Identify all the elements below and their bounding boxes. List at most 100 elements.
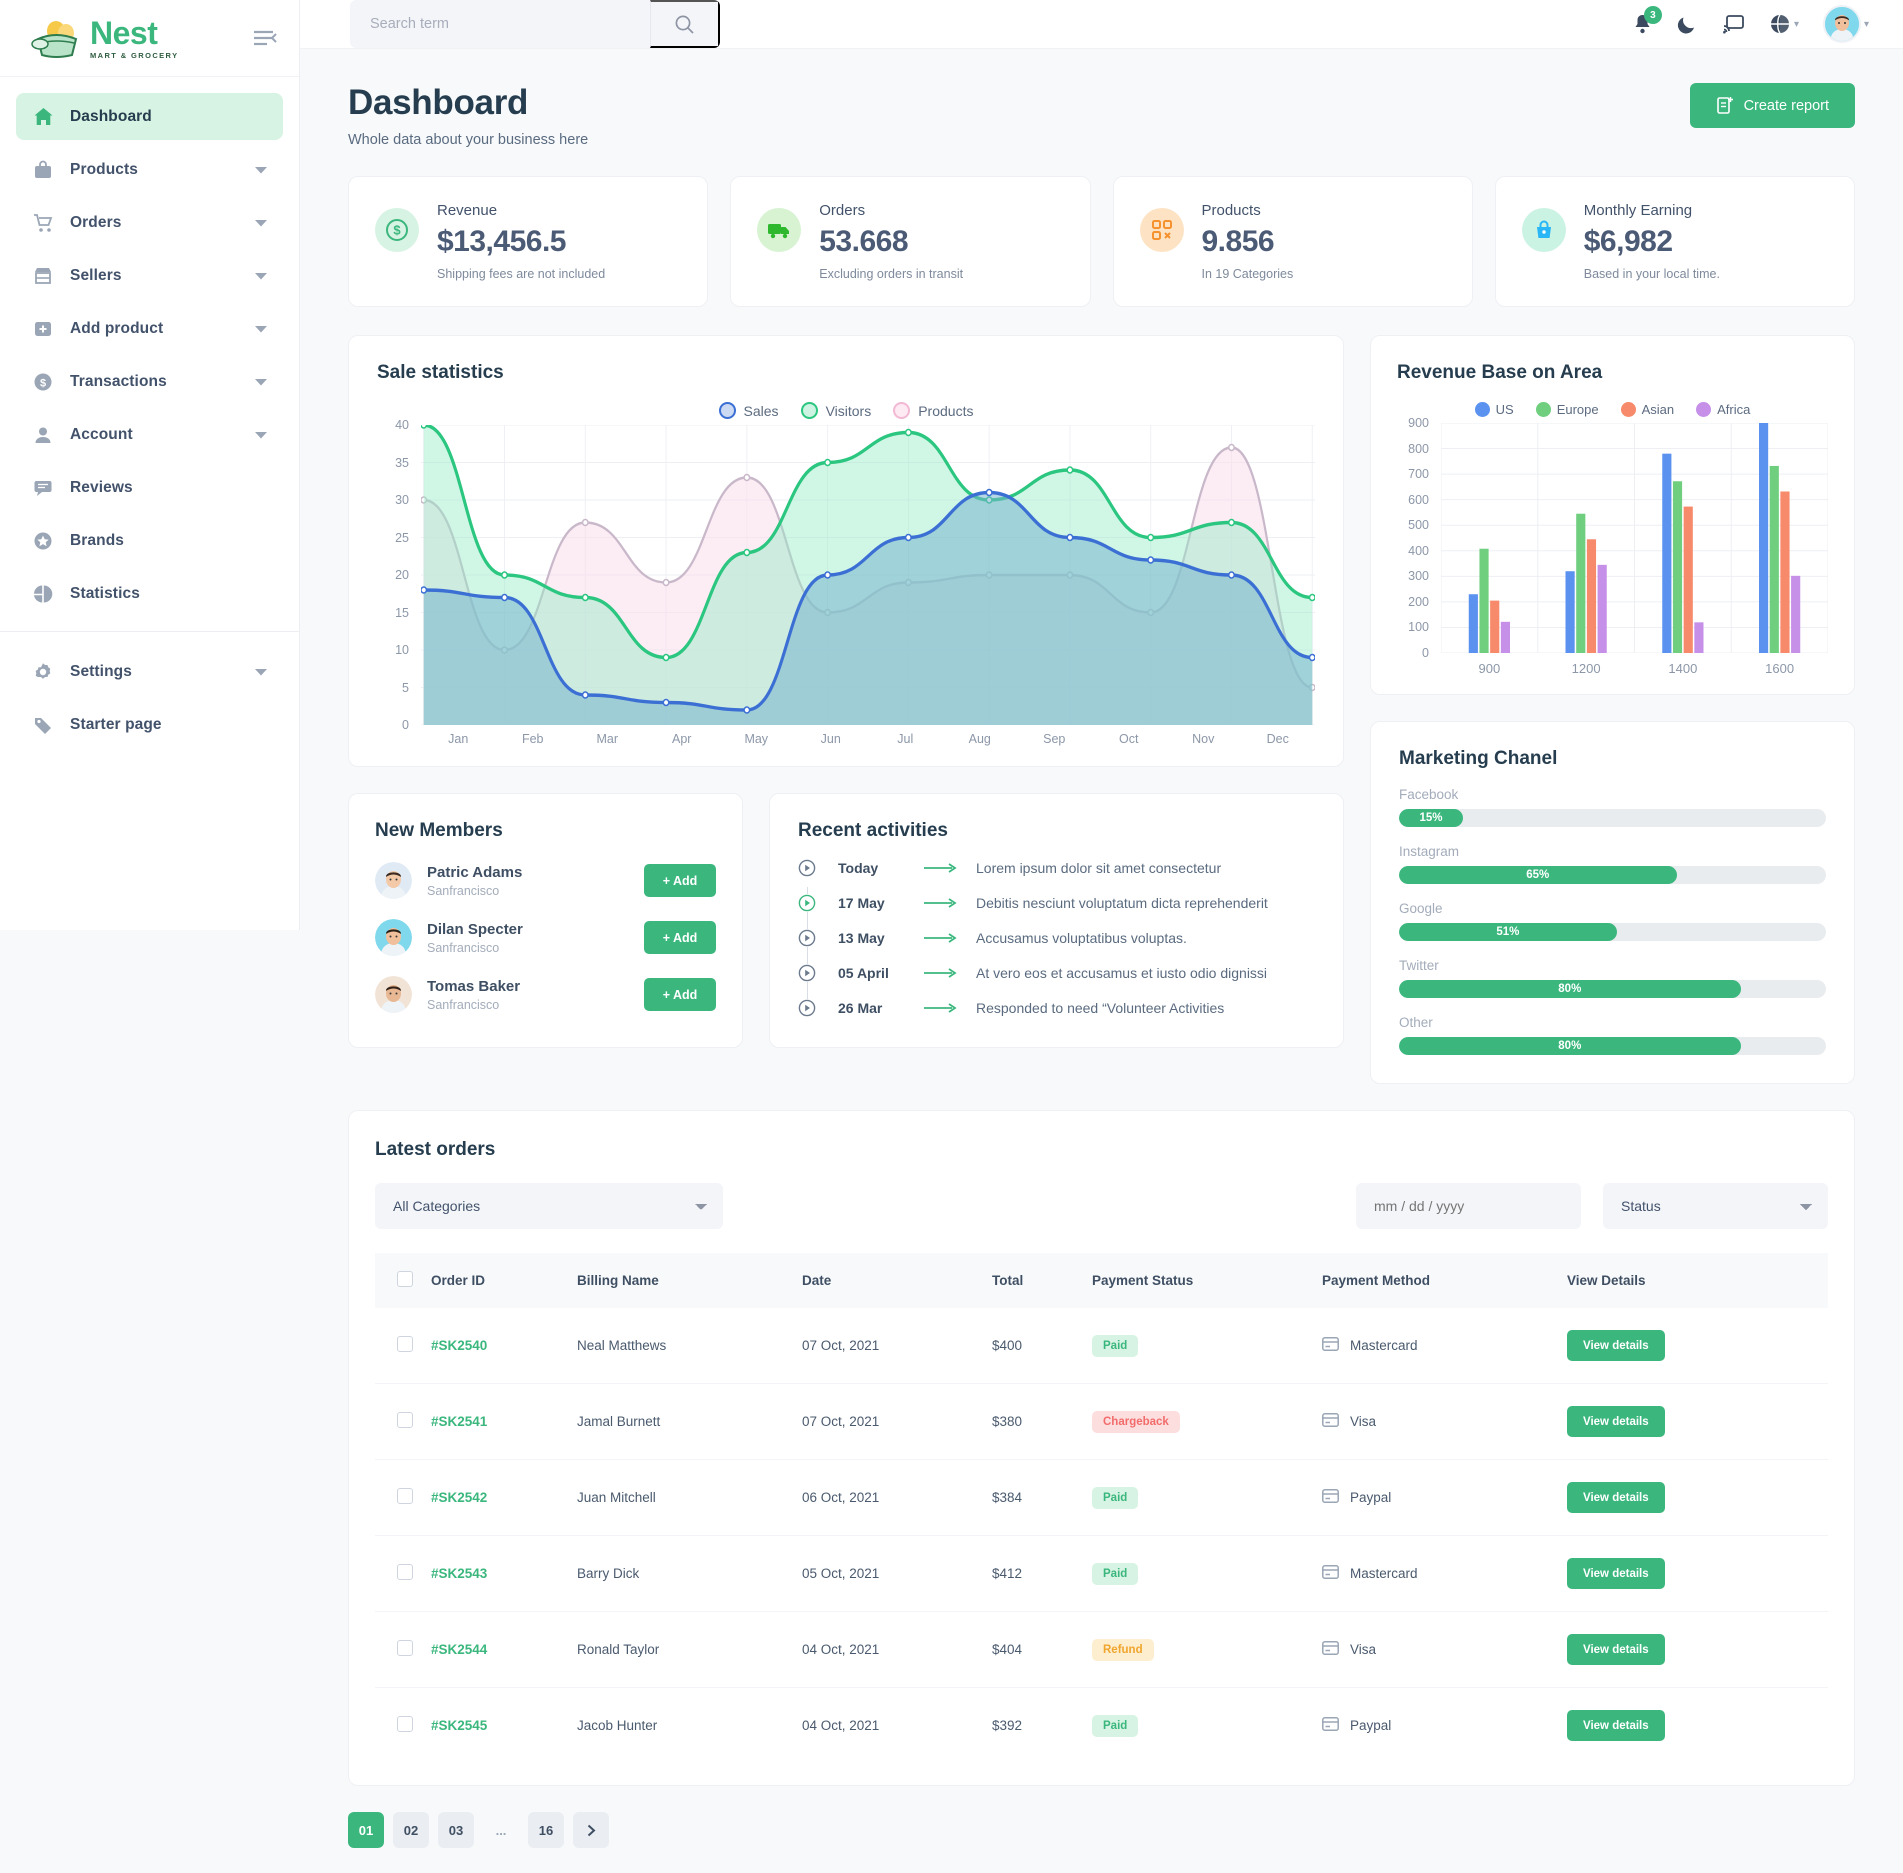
- chevron-down-icon[interactable]: [255, 663, 267, 681]
- sidebar-item-products[interactable]: Products: [16, 146, 283, 193]
- dashboard-app: Nest MART & GROCERY Dashboard Products: [0, 0, 1903, 1873]
- order-id-cell[interactable]: #SK2544: [431, 1612, 577, 1688]
- legend-item[interactable]: Africa: [1696, 402, 1750, 417]
- legend-item[interactable]: Europe: [1536, 402, 1599, 417]
- order-id-cell[interactable]: #SK2541: [431, 1384, 577, 1460]
- sidebar-item-statistics[interactable]: Statistics: [16, 570, 283, 617]
- activity-date: 17 May: [838, 895, 924, 911]
- add-member-button[interactable]: + Add: [644, 864, 716, 897]
- legend-item[interactable]: Sales: [719, 402, 779, 419]
- chevron-down-icon[interactable]: [255, 214, 267, 232]
- status-filter-select[interactable]: Status: [1603, 1183, 1828, 1229]
- marketing-channel-row: Other 80%: [1399, 1015, 1826, 1055]
- x-axis-labels: JanFebMarAprMayJunJulAugSepOctNovDec: [421, 732, 1315, 746]
- view-details-button[interactable]: View details: [1567, 1558, 1665, 1589]
- brand-logo-group[interactable]: Nest MART & GROCERY: [30, 17, 179, 60]
- row-select-cell: [375, 1460, 431, 1536]
- legend-item[interactable]: US: [1475, 402, 1514, 417]
- sidebar-item-add product[interactable]: Add product: [16, 305, 283, 352]
- create-report-button[interactable]: Create report: [1690, 83, 1855, 128]
- chevron-down-icon[interactable]: [255, 161, 267, 179]
- user-menu[interactable]: ▾: [1823, 5, 1869, 43]
- pagination-page[interactable]: 02: [393, 1812, 429, 1848]
- svg-text:$: $: [40, 377, 46, 389]
- chevron-down-icon[interactable]: [255, 426, 267, 444]
- order-id-cell[interactable]: #SK2543: [431, 1536, 577, 1612]
- date-filter-input[interactable]: [1356, 1183, 1581, 1229]
- add-member-button[interactable]: + Add: [644, 921, 716, 954]
- view-details-button[interactable]: View details: [1567, 1482, 1665, 1513]
- pagination-page[interactable]: 01: [348, 1812, 384, 1848]
- category-filter-select[interactable]: All Categories: [375, 1183, 723, 1229]
- order-id-cell[interactable]: #SK2542: [431, 1460, 577, 1536]
- chevron-down-icon[interactable]: [255, 373, 267, 391]
- billing-name-cell: Jamal Burnett: [577, 1384, 802, 1460]
- y-tick-label: 600: [1408, 493, 1429, 507]
- chevron-down-icon[interactable]: [255, 267, 267, 285]
- orders-table-head: Order IDBilling NameDateTotalPayment Sta…: [375, 1253, 1828, 1308]
- legend-item[interactable]: Visitors: [801, 402, 872, 419]
- cast-icon[interactable]: [1723, 14, 1745, 34]
- search-button[interactable]: [650, 0, 720, 48]
- moon-icon[interactable]: [1677, 13, 1699, 35]
- notifications-bell-icon[interactable]: 3: [1632, 13, 1653, 35]
- y-tick-label: 0: [1422, 646, 1429, 660]
- sidebar-item-starter page[interactable]: Starter page: [16, 701, 283, 748]
- charts-row: Sale statistics Sales Visitors Products …: [348, 335, 1855, 1084]
- play-circle-icon: [798, 894, 818, 912]
- member-name: Dilan Specter: [427, 921, 523, 938]
- sidebar-item-transactions[interactable]: $ Transactions: [16, 358, 283, 405]
- sale-statistics-svg: [421, 425, 1315, 725]
- status-badge: Paid: [1092, 1715, 1138, 1737]
- row-select-cell: [375, 1536, 431, 1612]
- chevron-down-icon[interactable]: [255, 320, 267, 338]
- add-member-button[interactable]: + Add: [644, 978, 716, 1011]
- latest-orders-card: Latest orders All Categories Status Orde…: [348, 1110, 1855, 1786]
- view-details-button[interactable]: View details: [1567, 1634, 1665, 1665]
- legend-item[interactable]: Asian: [1621, 402, 1675, 417]
- comment-icon: [32, 477, 54, 499]
- pagination-page[interactable]: 16: [528, 1812, 564, 1848]
- row-checkbox[interactable]: [397, 1716, 413, 1732]
- select-all-checkbox[interactable]: [397, 1271, 413, 1287]
- sidebar-item-account[interactable]: Account: [16, 411, 283, 458]
- sidebar-item-orders[interactable]: Orders: [16, 199, 283, 246]
- arrow-right-icon: [924, 967, 958, 979]
- pagination-next-button[interactable]: [573, 1812, 609, 1848]
- marketing-channel-row: Instagram 65%: [1399, 844, 1826, 884]
- order-id-cell[interactable]: #SK2545: [431, 1688, 577, 1764]
- legend-item[interactable]: Products: [893, 402, 973, 419]
- sidebar-collapse-icon[interactable]: [253, 29, 277, 47]
- row-checkbox[interactable]: [397, 1412, 413, 1428]
- x-tick-label: 900: [1441, 661, 1538, 676]
- sidebar-item-dashboard[interactable]: Dashboard: [16, 93, 283, 140]
- view-details-button[interactable]: View details: [1567, 1710, 1665, 1741]
- view-details-button[interactable]: View details: [1567, 1330, 1665, 1361]
- legend-label: US: [1496, 402, 1514, 417]
- x-tick-label: Jul: [868, 732, 943, 746]
- x-tick-label: Sep: [1017, 732, 1092, 746]
- view-details-cell: View details: [1567, 1536, 1828, 1612]
- payment-status-cell: Chargeback: [1092, 1384, 1322, 1460]
- legend-label: Asian: [1642, 402, 1675, 417]
- payment-status-cell: Paid: [1092, 1536, 1322, 1612]
- row-checkbox[interactable]: [397, 1564, 413, 1580]
- sidebar-item-settings[interactable]: Settings: [16, 648, 283, 695]
- search-box[interactable]: [350, 0, 720, 48]
- row-checkbox[interactable]: [397, 1488, 413, 1504]
- sidebar-item-brands[interactable]: Brands: [16, 517, 283, 564]
- sidebar-item-sellers[interactable]: Sellers: [16, 252, 283, 299]
- row-checkbox[interactable]: [397, 1640, 413, 1656]
- pagination-page[interactable]: 03: [438, 1812, 474, 1848]
- language-globe-icon[interactable]: ▾: [1769, 13, 1799, 35]
- arrow-right-icon: [924, 1002, 958, 1014]
- x-tick-label: Mar: [570, 732, 645, 746]
- search-input[interactable]: [350, 0, 650, 48]
- sidebar-item-reviews[interactable]: Reviews: [16, 464, 283, 511]
- order-id-cell[interactable]: #SK2540: [431, 1308, 577, 1384]
- search-icon: [674, 14, 695, 35]
- billing-name-cell: Juan Mitchell: [577, 1460, 802, 1536]
- view-details-button[interactable]: View details: [1567, 1406, 1665, 1437]
- orders-filters: All Categories Status: [375, 1183, 1828, 1229]
- row-checkbox[interactable]: [397, 1336, 413, 1352]
